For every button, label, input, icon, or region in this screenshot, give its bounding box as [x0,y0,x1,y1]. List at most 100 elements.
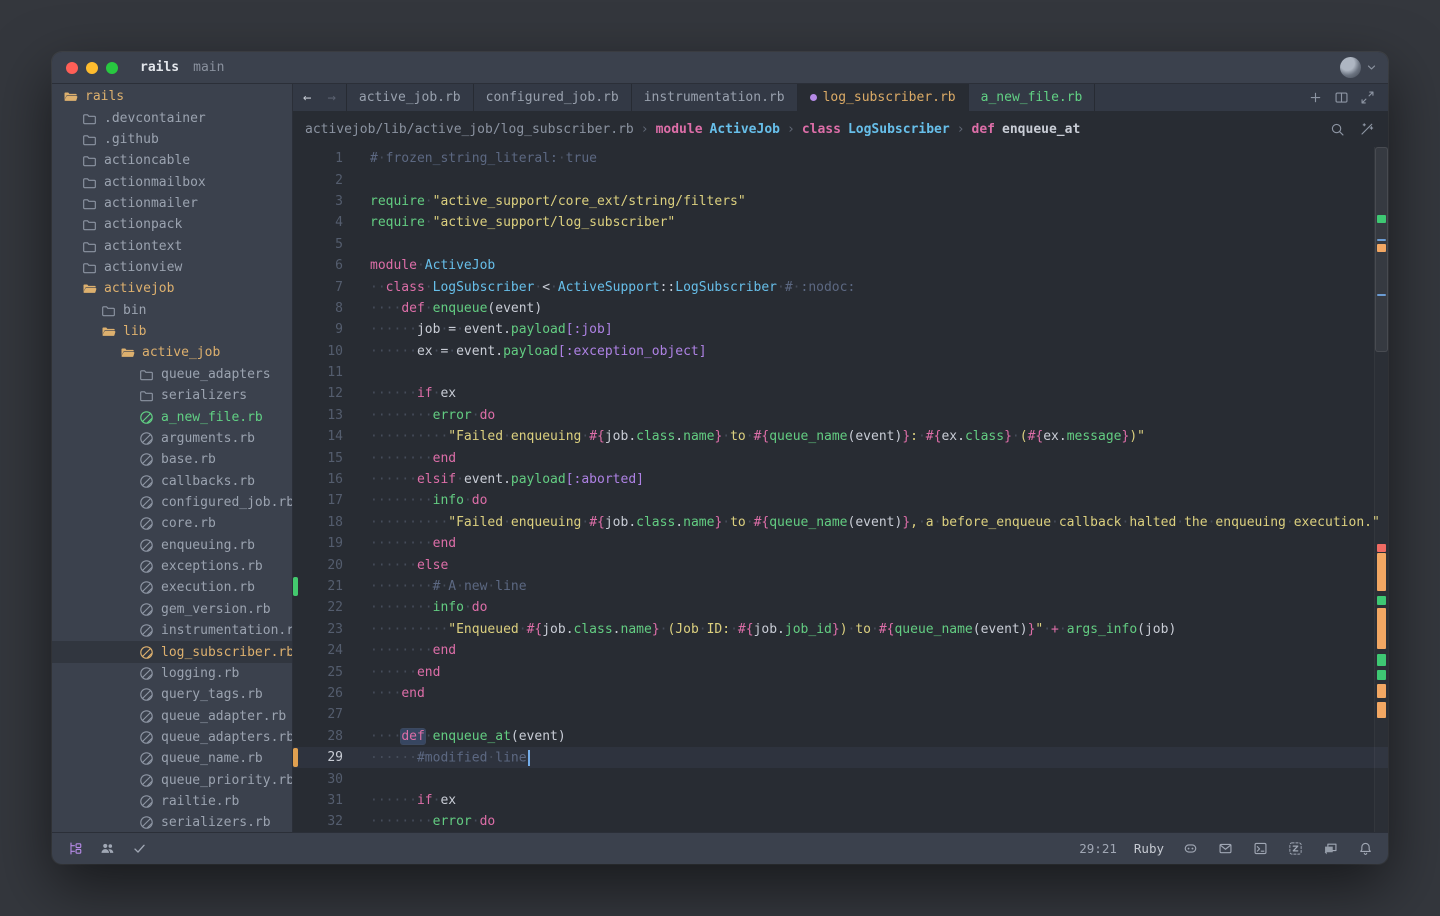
code-line-10[interactable]: 10······ex·=·event.payload[:exception_ob… [293,341,1388,362]
code-line-8[interactable]: 8····def·enqueue(event) [293,298,1388,319]
code-line-29[interactable]: 29······#modified·line [293,747,1388,768]
line-number[interactable]: 5 [293,237,343,252]
tree-item-core.rb[interactable]: core.rb [52,513,292,534]
line-number[interactable]: 4 [293,215,343,230]
code-line-9[interactable]: 9······job·=·event.payload[:job] [293,319,1388,340]
line-number[interactable]: 19 [293,536,343,551]
diagnostics-indicator[interactable] [130,840,148,858]
tree-item-actioncable[interactable]: actioncable [52,150,292,171]
cursor-position[interactable]: 29:21 [1079,841,1117,856]
new-tab-button[interactable] [1307,89,1324,106]
line-number[interactable]: 28 [293,729,343,744]
tree-item-a_new_file.rb[interactable]: a_new_file.rb [52,406,292,427]
chat-panel-toggle[interactable] [1321,840,1339,858]
maximize-window-button[interactable] [106,62,118,74]
code-line-19[interactable]: 19········end [293,533,1388,554]
line-number[interactable]: 32 [293,814,343,829]
code-line-16[interactable]: 16······elsif·event.payload[:aborted] [293,469,1388,490]
collab-panel-toggle[interactable] [98,840,116,858]
code-line-27[interactable]: 27 [293,704,1388,725]
tree-item-actionmailbox[interactable]: actionmailbox [52,171,292,192]
code-line-13[interactable]: 13········error·do [293,405,1388,426]
line-number[interactable]: 14 [293,429,343,444]
editor-scrollbar[interactable] [1374,147,1388,832]
tree-item-log_subscriber.rb[interactable]: log_subscriber.rb [52,641,292,662]
code-line-17[interactable]: 17········info·do [293,490,1388,511]
line-number[interactable]: 25 [293,665,343,680]
line-number[interactable]: 24 [293,643,343,658]
code-line-6[interactable]: 6module·ActiveJob [293,255,1388,276]
tree-item-instrumentation.rb[interactable]: instrumentation.rb [52,620,292,641]
code-line-28[interactable]: 28····def·enqueue_at(event) [293,726,1388,747]
tree-item-query_tags.rb[interactable]: query_tags.rb [52,684,292,705]
line-number[interactable]: 1 [293,151,343,166]
project-panel-toggle[interactable] [66,840,84,858]
code-line-32[interactable]: 32········error·do [293,811,1388,832]
tree-item-queue_adapter.rb[interactable]: queue_adapter.rb [52,705,292,726]
terminal-toggle[interactable] [1251,840,1269,858]
line-number[interactable]: 10 [293,344,343,359]
tree-item-bin[interactable]: bin [52,300,292,321]
tab-configured_job.rb[interactable]: configured_job.rb [474,84,632,111]
tree-item-railtie.rb[interactable]: railtie.rb [52,791,292,812]
tree-item-queue_adapters.rb[interactable]: queue_adapters.rb [52,727,292,748]
line-number[interactable]: 31 [293,793,343,808]
line-number[interactable]: 2 [293,173,343,188]
code-line-26[interactable]: 26····end [293,683,1388,704]
line-number[interactable]: 12 [293,386,343,401]
line-number[interactable]: 16 [293,472,343,487]
code-line-5[interactable]: 5 [293,234,1388,255]
line-number[interactable]: 22 [293,600,343,615]
search-icon[interactable] [1330,122,1345,137]
line-number[interactable]: 30 [293,772,343,787]
code-line-1[interactable]: 1#·frozen_string_literal:·true [293,148,1388,169]
chevron-down-icon[interactable] [1365,61,1378,74]
code-line-14[interactable]: 14··········"Failed·enqueuing·#{job.clas… [293,426,1388,447]
line-number[interactable]: 13 [293,408,343,423]
line-number[interactable]: 17 [293,493,343,508]
tree-item-queue_priority.rb[interactable]: queue_priority.rb [52,770,292,791]
tree-item-actionmailer[interactable]: actionmailer [52,193,292,214]
tree-item-configured_job.rb[interactable]: configured_job.rb [52,492,292,513]
tree-item-logging.rb[interactable]: logging.rb [52,663,292,684]
line-number[interactable]: 21 [293,579,343,594]
code-line-12[interactable]: 12······if·ex [293,383,1388,404]
code-line-23[interactable]: 23··········"Enqueued·#{job.class.name}·… [293,619,1388,640]
tree-item-arguments.rb[interactable]: arguments.rb [52,428,292,449]
tree-item-active_job[interactable]: active_job [52,342,292,363]
tree-item-.github[interactable]: .github [52,129,292,150]
tree-item-queue_name.rb[interactable]: queue_name.rb [52,748,292,769]
tree-item-gem_version.rb[interactable]: gem_version.rb [52,599,292,620]
line-number[interactable]: 8 [293,301,343,316]
notifications-toggle[interactable] [1356,840,1374,858]
zoom-pane-button[interactable] [1359,89,1376,106]
tree-item-.devcontainer[interactable]: .devcontainer [52,107,292,128]
code-line-3[interactable]: 3require·"active_support/core_ext/string… [293,191,1388,212]
tree-item-base.rb[interactable]: base.rb [52,449,292,470]
code-line-24[interactable]: 24········end [293,640,1388,661]
tree-item-activejob[interactable]: activejob [52,278,292,299]
breadcrumb[interactable]: activejob/lib/active_job/log_subscriber.… [293,111,1388,147]
minimize-window-button[interactable] [86,62,98,74]
tree-item-exceptions.rb[interactable]: exceptions.rb [52,556,292,577]
tree-item-rails[interactable]: rails [52,86,292,107]
code-line-11[interactable]: 11 [293,362,1388,383]
code-line-15[interactable]: 15········end [293,447,1388,468]
code-line-18[interactable]: 18··········"Failed·enqueuing·#{job.clas… [293,512,1388,533]
avatar[interactable] [1340,57,1361,78]
branch-name[interactable]: main [193,60,224,75]
code-line-4[interactable]: 4require·"active_support/log_subscriber" [293,212,1388,233]
code-line-31[interactable]: 31······if·ex [293,790,1388,811]
code-line-30[interactable]: 30 [293,768,1388,789]
tree-item-serializers.rb[interactable]: serializers.rb [52,812,292,832]
code-line-7[interactable]: 7··class·LogSubscriber·<·ActiveSupport::… [293,276,1388,297]
language-selector[interactable]: Ruby [1134,841,1164,856]
inline-assist-icon[interactable] [1359,122,1374,137]
code-line-25[interactable]: 25······end [293,661,1388,682]
tree-item-queue_adapters[interactable]: queue_adapters [52,364,292,385]
line-number[interactable]: 6 [293,258,343,273]
line-number[interactable]: 7 [293,280,343,295]
line-number[interactable]: 23 [293,622,343,637]
line-number[interactable]: 27 [293,707,343,722]
tab-a_new_file.rb[interactable]: a_new_file.rb [969,84,1096,111]
